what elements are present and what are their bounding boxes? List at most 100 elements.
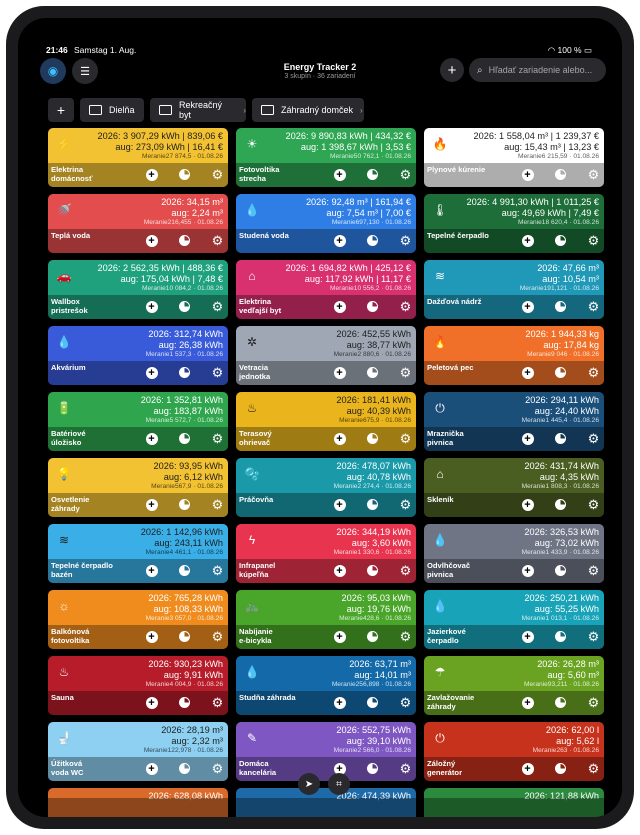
device-card[interactable]: 🌡 2026: 4 991,30 kWh | 1 011,25 € aug: 49,… — [424, 194, 604, 253]
statistics-button[interactable] — [178, 168, 191, 181]
statistics-button[interactable] — [178, 300, 191, 313]
statistics-button[interactable] — [554, 762, 567, 775]
device-settings-button[interactable]: ⚙ — [587, 630, 600, 643]
add-reading-button[interactable]: + — [145, 234, 158, 247]
group-zahradny-domcek[interactable]: Záhradný domček › — [252, 98, 364, 122]
add-reading-button[interactable]: + — [333, 234, 346, 247]
device-card[interactable]: 💧 2026: 63,71 m³ aug: 14,01 m³ Meranie256,8… — [236, 656, 416, 715]
group-dielna[interactable]: Dielňa — [80, 98, 144, 122]
device-card[interactable]: ☀ 2026: 9 890,83 kWh | 434,32 € aug: 1 398… — [236, 128, 416, 187]
device-card[interactable]: 🔥 2026: 1 558,04 m³ | 1 239,37 € aug: 15,4… — [424, 128, 604, 187]
statistics-button[interactable] — [178, 564, 191, 577]
device-settings-button[interactable]: ⚙ — [587, 168, 600, 181]
device-card[interactable]: ≋ 2026: 1 142,96 kWh aug: 243,11 kWh Merani… — [48, 524, 228, 583]
statistics-button[interactable] — [178, 762, 191, 775]
device-settings-button[interactable]: ⚙ — [399, 366, 412, 379]
add-reading-button[interactable]: + — [145, 762, 158, 775]
add-reading-button[interactable]: + — [145, 498, 158, 511]
add-reading-button[interactable]: + — [333, 498, 346, 511]
add-reading-button[interactable]: + — [333, 300, 346, 313]
statistics-button[interactable] — [554, 630, 567, 643]
add-reading-button[interactable]: + — [521, 564, 534, 577]
statistics-button[interactable] — [178, 696, 191, 709]
statistics-button[interactable] — [366, 564, 379, 577]
device-settings-button[interactable]: ⚙ — [587, 696, 600, 709]
device-settings-button[interactable]: ⚙ — [399, 234, 412, 247]
add-reading-button[interactable]: + — [521, 498, 534, 511]
device-card[interactable]: 🔋 2026: 1 352,81 kWh aug: 183,87 kWh Merani… — [48, 392, 228, 451]
statistics-button[interactable] — [554, 366, 567, 379]
statistics-button[interactable] — [554, 564, 567, 577]
device-card[interactable]: 💧 2026: 92,48 m³ | 161,94 € aug: 7,54 m³ |… — [236, 194, 416, 253]
device-settings-button[interactable]: ⚙ — [399, 432, 412, 445]
device-card[interactable]: 💡 2026: 93,95 kWh aug: 6,12 kWh Meranie567,… — [48, 458, 228, 517]
device-card[interactable]: 🚿 2026: 34,15 m³ aug: 2,24 m³ Meranie216,45… — [48, 194, 228, 253]
statistics-button[interactable] — [366, 498, 379, 511]
device-card[interactable]: 🫧 2026: 478,07 kWh aug: 40,78 kWh Meranie2 … — [236, 458, 416, 517]
add-reading-button[interactable]: + — [333, 564, 346, 577]
device-settings-button[interactable]: ⚙ — [211, 234, 224, 247]
add-reading-button[interactable]: + — [521, 168, 534, 181]
device-settings-button[interactable]: ⚙ — [211, 432, 224, 445]
statistics-button[interactable] — [554, 696, 567, 709]
device-settings-button[interactable]: ⚙ — [587, 762, 600, 775]
search-input[interactable]: ⌕ Hľadať zariadenie alebo... — [469, 58, 606, 82]
device-card[interactable]: ♨ 2026: 181,41 kWh aug: 40,39 kWh Meranie67… — [236, 392, 416, 451]
device-settings-button[interactable]: ⚙ — [211, 498, 224, 511]
device-card[interactable]: ♨ 2026: 930,23 kWh aug: 9,91 kWh Meranie4 0… — [48, 656, 228, 715]
device-settings-button[interactable]: ⚙ — [587, 234, 600, 247]
device-settings-button[interactable]: ⚙ — [211, 366, 224, 379]
device-card[interactable]: 🚲 2026: 95,03 kWh aug: 19,76 kWh Meranie428… — [236, 590, 416, 649]
add-reading-button[interactable]: + — [521, 432, 534, 445]
device-settings-button[interactable]: ⚙ — [399, 300, 412, 313]
statistics-button[interactable] — [366, 234, 379, 247]
add-reading-button[interactable]: + — [521, 630, 534, 643]
statistics-button[interactable] — [554, 234, 567, 247]
device-card[interactable]: 🔥 2026: 1 944,33 kg aug: 17,84 kg Meranie9 … — [424, 326, 604, 385]
device-settings-button[interactable]: ⚙ — [399, 696, 412, 709]
device-card[interactable]: ✎ 2026: 552,75 kWh aug: 39,10 kWh Meranie2 … — [236, 722, 416, 781]
device-card[interactable]: ⌂ 2026: 1 694,82 kWh | 425,12 € aug: 117,9… — [236, 260, 416, 319]
device-card[interactable]: ⏻ 2026: 294,11 kWh aug: 24,40 kWh Meranie1 … — [424, 392, 604, 451]
device-card[interactable]: ☼ 2026: 765,28 kWh aug: 108,33 kWh Meranie3… — [48, 590, 228, 649]
add-reading-button[interactable]: + — [145, 168, 158, 181]
add-reading-button[interactable]: + — [145, 696, 158, 709]
add-reading-button[interactable]: + — [145, 564, 158, 577]
device-settings-button[interactable]: ⚙ — [399, 762, 412, 775]
add-reading-button[interactable]: + — [145, 300, 158, 313]
device-card[interactable]: 💧 2026: 312,74 kWh aug: 26,38 kWh Meranie1 … — [48, 326, 228, 385]
device-card[interactable]: ≋ 2026: 47,66 m³ aug: 10,54 m³ Meranie191,1… — [424, 260, 604, 319]
add-reading-button[interactable]: + — [521, 300, 534, 313]
add-reading-button[interactable]: + — [333, 630, 346, 643]
add-reading-button[interactable]: + — [145, 432, 158, 445]
statistics-button[interactable] — [366, 762, 379, 775]
device-card[interactable]: 💧 2026: 250,21 kWh aug: 55,25 kWh Meranie1 … — [424, 590, 604, 649]
device-settings-button[interactable]: ⚙ — [211, 564, 224, 577]
device-settings-button[interactable]: ⚙ — [399, 564, 412, 577]
scan-button[interactable]: ⌗ — [328, 773, 350, 795]
device-card[interactable]: ⌂ 2026: 431,74 kWh aug: 4,35 kWh Meranie1 8… — [424, 458, 604, 517]
device-card[interactable]: 💧 2026: 326,53 kWh aug: 73,02 kWh Meranie1 … — [424, 524, 604, 583]
device-card[interactable]: ⚡ 2026: 3 907,29 kWh | 839,06 € aug: 273,0… — [48, 128, 228, 187]
navigate-button[interactable]: ➤ — [298, 773, 320, 795]
statistics-button[interactable] — [178, 234, 191, 247]
add-reading-button[interactable]: + — [333, 432, 346, 445]
statistics-button[interactable] — [178, 432, 191, 445]
add-reading-button[interactable]: + — [521, 696, 534, 709]
statistics-button[interactable] — [178, 630, 191, 643]
statistics-button[interactable] — [366, 300, 379, 313]
statistics-button[interactable] — [366, 432, 379, 445]
device-settings-button[interactable]: ⚙ — [399, 498, 412, 511]
statistics-button[interactable] — [554, 168, 567, 181]
statistics-button[interactable] — [366, 630, 379, 643]
add-reading-button[interactable]: + — [333, 366, 346, 379]
device-card[interactable]: ✲ 2026: 452,55 kWh aug: 38,77 kWh Meranie2 … — [236, 326, 416, 385]
device-card[interactable]: ⏻ 2026: 62,00 l aug: 5,62 l Meranie263 · 01… — [424, 722, 604, 781]
statistics-button[interactable] — [366, 168, 379, 181]
add-device-button[interactable]: + — [440, 58, 464, 82]
statistics-button[interactable] — [554, 498, 567, 511]
statistics-button[interactable] — [554, 300, 567, 313]
device-card[interactable]: ϟ 2026: 344,19 kWh aug: 3,60 kWh Meranie1 3… — [236, 524, 416, 583]
device-settings-button[interactable]: ⚙ — [211, 630, 224, 643]
device-settings-button[interactable]: ⚙ — [587, 366, 600, 379]
